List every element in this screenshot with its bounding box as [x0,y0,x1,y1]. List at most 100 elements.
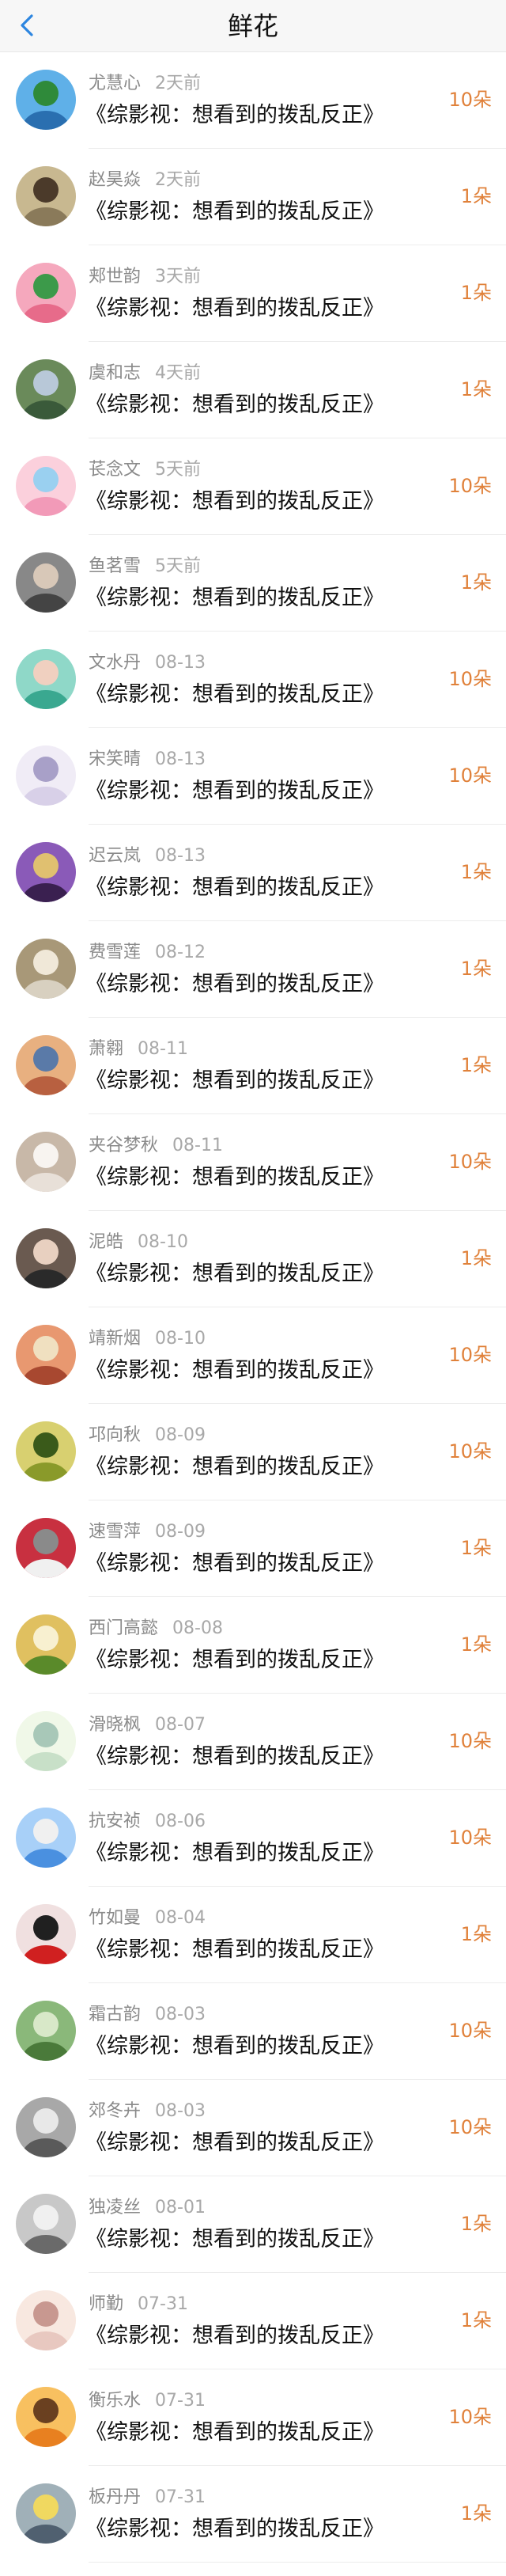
timestamp: 08-07 [155,1715,206,1735]
list-item[interactable]: 尤慧心 2天前 《综影视：想看到的拨乱反正》 10朵 [0,52,506,149]
user-avatar-image [16,842,76,902]
list-item[interactable]: 泥皓 08-10 《综影视：想看到的拨乱反正》 1朵 [0,1211,506,1307]
user-avatar-image [16,649,76,709]
timestamp: 08-08 [172,1618,223,1638]
user-avatar-image [16,359,76,419]
list-item[interactable]: 文水丹 08-13 《综影视：想看到的拨乱反正》 10朵 [0,632,506,728]
user-avatar-image [16,2483,76,2544]
user-name: 费雪莲 [89,943,142,962]
list-item[interactable]: 夹谷梦秋 08-11 《综影视：想看到的拨乱反正》 10朵 [0,1114,506,1211]
book-title: 《综影视：想看到的拨乱反正》 [85,1358,384,1383]
user-name: 抗安祯 [89,1812,142,1831]
list-item[interactable]: 师勤 07-31 《综影视：想看到的拨乱反正》 1朵 [0,2273,506,2369]
avatar[interactable] [16,1421,76,1481]
timestamp: 08-06 [155,1812,206,1831]
list-item[interactable]: 板丹丹 07-31 《综影视：想看到的拨乱反正》 1朵 [0,2466,506,2563]
avatar[interactable] [16,1904,76,1964]
timestamp: 08-13 [155,846,206,866]
book-title: 《综影视：想看到的拨乱反正》 [85,393,384,417]
flower-count: 1朵 [460,958,492,980]
avatar[interactable] [16,745,76,806]
user-avatar-image [16,2001,76,2061]
timestamp: 08-03 [155,2101,206,2121]
book-title: 《综影视：想看到的拨乱反正》 [85,2517,384,2541]
timestamp: 07-31 [155,2487,206,2507]
book-title: 《综影视：想看到的拨乱反正》 [85,2227,384,2252]
list-item[interactable]: 郏世韵 3天前 《综影视：想看到的拨乱反正》 1朵 [0,245,506,342]
timestamp: 08-04 [155,1908,206,1928]
user-avatar-image [16,745,76,806]
avatar[interactable] [16,2194,76,2254]
timestamp: 08-13 [155,653,206,673]
avatar[interactable] [16,1228,76,1288]
user-name: 苌念文 [89,460,142,480]
user-name: 虞和志 [89,363,142,383]
list-item[interactable]: 滑晓枫 08-07 《综影视：想看到的拨乱反正》 10朵 [0,1694,506,1790]
avatar[interactable] [16,359,76,419]
list-item[interactable]: 萧翱 08-11 《综影视：想看到的拨乱反正》 1朵 [0,1018,506,1114]
timestamp: 08-09 [155,1425,206,1445]
list-item[interactable]: 邛向秋 08-09 《综影视：想看到的拨乱反正》 10朵 [0,1404,506,1500]
avatar[interactable] [16,456,76,516]
flower-count: 1朵 [460,861,492,883]
timestamp: 3天前 [155,267,202,286]
avatar[interactable] [16,1808,76,1868]
avatar[interactable] [16,939,76,999]
flower-count: 10朵 [448,668,492,690]
book-title: 《综影视：想看到的拨乱反正》 [85,875,384,900]
list-item[interactable]: 苌念文 5天前 《综影视：想看到的拨乱反正》 10朵 [0,438,506,535]
flower-count: 1朵 [460,1054,492,1076]
avatar[interactable] [16,842,76,902]
timestamp: 08-03 [155,2005,206,2024]
user-name: 西门高懿 [89,1618,159,1638]
avatar[interactable] [16,70,76,130]
user-avatar-image [16,1132,76,1192]
avatar[interactable] [16,552,76,613]
list-item[interactable]: 靖新烟 08-10 《综影视：想看到的拨乱反正》 10朵 [0,1307,506,1404]
list-item[interactable]: 霜古韵 08-03 《综影视：想看到的拨乱反正》 10朵 [0,1983,506,2080]
avatar[interactable] [16,1132,76,1192]
list-item[interactable]: 虞和志 4天前 《综影视：想看到的拨乱反正》 1朵 [0,342,506,438]
list-item[interactable]: 速雪萍 08-09 《综影视：想看到的拨乱反正》 1朵 [0,1500,506,1597]
avatar[interactable] [16,1518,76,1578]
book-title: 《综影视：想看到的拨乱反正》 [85,1551,384,1576]
avatar[interactable] [16,1035,76,1095]
avatar[interactable] [16,1325,76,1385]
avatar[interactable] [16,2290,76,2350]
flower-count: 10朵 [448,475,492,497]
avatar[interactable] [16,2483,76,2544]
list-item[interactable]: 赵昊焱 2天前 《综影视：想看到的拨乱反正》 1朵 [0,149,506,245]
list-item[interactable]: 独凌丝 08-01 《综影视：想看到的拨乱反正》 1朵 [0,2176,506,2273]
list-item[interactable]: 西门高懿 08-08 《综影视：想看到的拨乱反正》 1朵 [0,1597,506,1694]
avatar[interactable] [16,2001,76,2061]
user-avatar-image [16,2194,76,2254]
avatar[interactable] [16,1614,76,1675]
list-item[interactable]: 费雪莲 08-12 《综影视：想看到的拨乱反正》 1朵 [0,921,506,1018]
user-avatar-image [16,2097,76,2157]
flower-count: 10朵 [448,1730,492,1752]
list-item[interactable]: 衡乐水 07-31 《综影视：想看到的拨乱反正》 10朵 [0,2369,506,2466]
list-item[interactable]: 抗安祯 08-06 《综影视：想看到的拨乱反正》 10朵 [0,1790,506,1887]
avatar[interactable] [16,1711,76,1771]
avatar[interactable] [16,2387,76,2447]
avatar[interactable] [16,166,76,226]
book-title: 《综影视：想看到的拨乱反正》 [85,1261,384,1286]
user-avatar-image [16,2290,76,2350]
timestamp: 08-10 [155,1329,206,1349]
flower-list: 尤慧心 2天前 《综影视：想看到的拨乱反正》 10朵 赵昊焱 2天前 《综影视：想看… [0,52,506,2563]
avatar[interactable] [16,649,76,709]
list-item[interactable]: 宋笑晴 08-13 《综影视：想看到的拨乱反正》 10朵 [0,728,506,825]
list-item[interactable]: 郊冬卉 08-03 《综影视：想看到的拨乱反正》 10朵 [0,2080,506,2176]
list-item[interactable]: 鱼茗雪 5天前 《综影视：想看到的拨乱反正》 1朵 [0,535,506,632]
book-title: 《综影视：想看到的拨乱反正》 [85,2130,384,2155]
avatar[interactable] [16,263,76,323]
user-name: 泥皓 [89,1232,124,1252]
avatar[interactable] [16,2097,76,2157]
timestamp: 5天前 [155,556,202,576]
list-item[interactable]: 迟云岚 08-13 《综影视：想看到的拨乱反正》 1朵 [0,825,506,921]
timestamp: 08-09 [155,1522,206,1542]
book-title: 《综影视：想看到的拨乱反正》 [85,2034,384,2058]
flower-count: 1朵 [460,2502,492,2525]
user-name: 衡乐水 [89,2391,142,2411]
list-item[interactable]: 竹如曼 08-04 《综影视：想看到的拨乱反正》 1朵 [0,1887,506,1983]
